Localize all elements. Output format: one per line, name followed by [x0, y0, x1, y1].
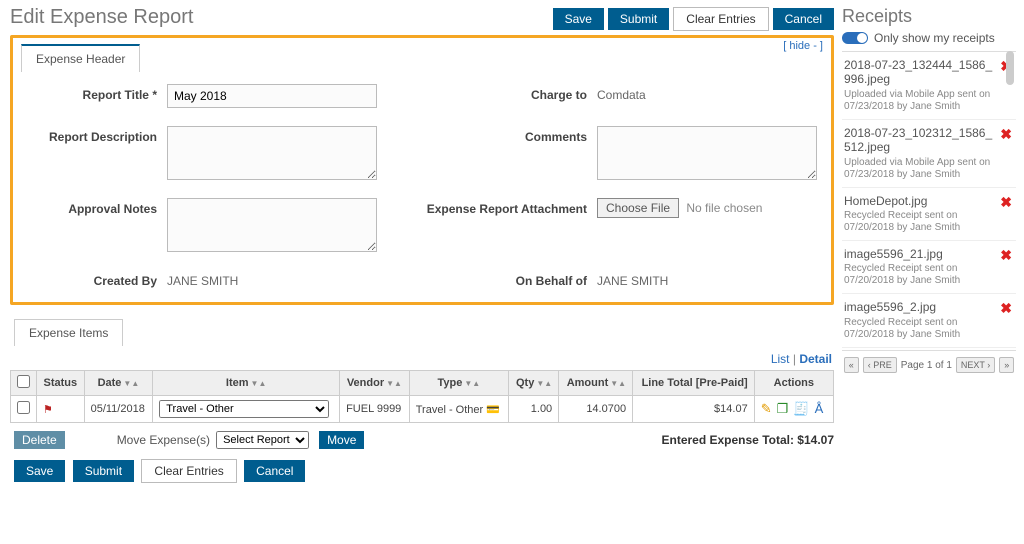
tab-expense-items[interactable]: Expense Items [14, 319, 123, 346]
list-item: image5596_21.jpg Recycled Receipt sent o… [842, 241, 1016, 294]
pager-label: Page 1 of 1 [901, 360, 952, 371]
label-created-by: Created By [27, 270, 157, 288]
list-item: 2018-07-23_102312_1586_512.jpeg Uploaded… [842, 120, 1016, 188]
choose-file-button[interactable]: Choose File [597, 198, 679, 218]
pager-prev-icon[interactable]: ‹ PRE [863, 357, 897, 373]
list-item: 2018-07-23_132444_1586_996.jpeg Uploaded… [842, 52, 1016, 120]
entered-total: Entered Expense Total: $14.07 [661, 433, 834, 447]
col-item[interactable]: Item▼▲ [153, 371, 340, 396]
page-title: Edit Expense Report [10, 6, 549, 29]
label-attachment: Expense Report Attachment [387, 198, 587, 216]
save-button-bottom[interactable]: Save [14, 460, 65, 482]
move-select[interactable]: Select Report [216, 431, 309, 449]
col-type[interactable]: Type▼▲ [409, 371, 508, 396]
receipt-name[interactable]: 2018-07-23_102312_1586_512.jpeg [844, 126, 1012, 155]
save-button[interactable]: Save [553, 8, 604, 30]
receipt-icon[interactable]: 🧾 [793, 401, 809, 416]
col-qty[interactable]: Qty▼▲ [508, 371, 558, 396]
receipts-title: Receipts [842, 6, 1016, 27]
select-all-checkbox[interactable] [17, 375, 30, 388]
receipt-meta: Uploaded via Mobile App sent on 07/23/20… [844, 157, 1012, 181]
col-vendor[interactable]: Vendor▼▲ [340, 371, 410, 396]
submit-button[interactable]: Submit [608, 8, 669, 30]
cell-vendor: FUEL 9999 [340, 396, 410, 423]
list-item: HomeDepot.jpg Recycled Receipt sent on 0… [842, 188, 1016, 241]
receipt-meta: Recycled Receipt sent on 07/20/2018 by J… [844, 210, 1012, 234]
receipt-name[interactable]: image5596_21.jpg [844, 247, 1012, 261]
move-label: Move Expense(s) [117, 433, 210, 447]
hide-toggle[interactable]: [ hide - ] [783, 40, 823, 52]
clear-entries-button-bottom[interactable]: Clear Entries [141, 459, 236, 483]
col-actions: Actions [754, 371, 833, 396]
toggle-label: Only show my receipts [874, 31, 995, 45]
receipt-name[interactable]: image5596_2.jpg [844, 300, 1012, 314]
list-item: image5596_2.jpg Recycled Receipt sent on… [842, 294, 1016, 347]
label-comments: Comments [387, 126, 587, 144]
report-description-input[interactable] [167, 126, 377, 180]
col-status[interactable]: Status [37, 371, 85, 396]
submit-button-bottom[interactable]: Submit [73, 460, 134, 482]
expense-items-table: Status Date▼▲ Item▼▲ Vendor▼▲ Type▼▲ Qty… [10, 370, 834, 423]
receipt-name[interactable]: HomeDepot.jpg [844, 194, 1012, 208]
charge-to-value: Comdata [597, 84, 817, 102]
move-button[interactable]: Move [319, 431, 364, 449]
report-title-input[interactable] [167, 84, 377, 108]
col-amount[interactable]: Amount▼▲ [559, 371, 633, 396]
receipt-meta: Uploaded via Mobile App sent on 07/23/20… [844, 89, 1012, 113]
list-item: Sunchineroceint.in ✖ [842, 348, 1016, 351]
label-report-title: Report Title * [27, 84, 157, 102]
receipt-list: 2018-07-23_132444_1586_996.jpeg Uploaded… [842, 51, 1016, 351]
pager-next-icon[interactable]: NEXT › [956, 357, 995, 373]
pager-first-icon[interactable]: « [844, 357, 859, 373]
no-file-label: No file chosen [686, 201, 762, 215]
cell-date: 05/11/2018 [84, 396, 153, 423]
flag-icon: ⚑ [43, 404, 53, 416]
cell-amount: 14.0700 [559, 396, 633, 423]
col-line-total[interactable]: Line Total [Pre-Paid] [633, 371, 755, 396]
cancel-button[interactable]: Cancel [773, 8, 834, 30]
list-view-link[interactable]: List [771, 352, 790, 366]
copy-icon[interactable]: ❐ [777, 401, 789, 416]
label-report-description: Report Description [27, 126, 157, 144]
created-by-value: JANE SMITH [167, 270, 377, 288]
delete-button[interactable]: Delete [14, 431, 65, 449]
receipt-meta: Recycled Receipt sent on 07/20/2018 by J… [844, 263, 1012, 287]
label-charge-to: Charge to [387, 84, 587, 102]
label-approval-notes: Approval Notes [27, 198, 157, 216]
edit-icon[interactable]: ✎ [761, 401, 772, 416]
item-select[interactable]: Travel - Other [159, 400, 329, 418]
allocate-icon[interactable]: Å [815, 401, 824, 416]
cell-type: Travel - Other 💳 [409, 396, 508, 423]
table-row: ⚑ 05/11/2018 Travel - Other FUEL 9999 Tr… [11, 396, 834, 423]
cell-qty: 1.00 [508, 396, 558, 423]
receipt-name[interactable]: 2018-07-23_132444_1586_996.jpeg [844, 58, 1012, 87]
cell-line-total: $14.07 [633, 396, 755, 423]
row-checkbox[interactable] [17, 401, 30, 414]
approval-notes-input[interactable] [167, 198, 377, 252]
comments-input[interactable] [597, 126, 817, 180]
only-my-receipts-toggle[interactable]: Only show my receipts [842, 31, 995, 45]
label-on-behalf: On Behalf of [387, 270, 587, 288]
pager-last-icon[interactable]: » [999, 357, 1014, 373]
scrollbar[interactable] [1006, 51, 1014, 351]
clear-entries-button[interactable]: Clear Entries [673, 7, 768, 31]
detail-view-link[interactable]: Detail [799, 352, 832, 366]
receipt-meta: Recycled Receipt sent on 07/20/2018 by J… [844, 317, 1012, 341]
tab-expense-header[interactable]: Expense Header [21, 44, 140, 72]
col-date[interactable]: Date▼▲ [84, 371, 153, 396]
pager: « ‹ PRE Page 1 of 1 NEXT › » [842, 357, 1016, 373]
cancel-button-bottom[interactable]: Cancel [244, 460, 305, 482]
credit-card-icon: 💳 [486, 404, 500, 416]
on-behalf-value: JANE SMITH [597, 270, 817, 288]
